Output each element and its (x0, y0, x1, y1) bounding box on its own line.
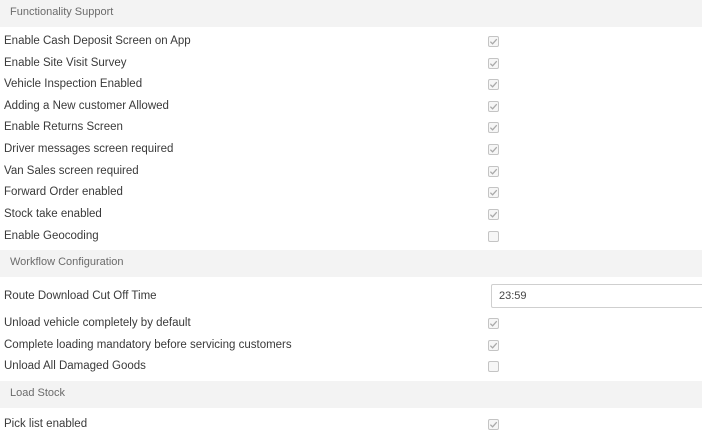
setting-label: Adding a New customer Allowed (4, 100, 169, 112)
checkmark-icon (489, 60, 498, 67)
setting-checkbox[interactable] (488, 144, 499, 155)
checkmark-icon (489, 81, 498, 88)
checkmark-icon (489, 320, 498, 327)
checkmark-icon (489, 124, 498, 131)
checkmark-icon (489, 189, 498, 196)
setting-row-vehicle-inspection: Vehicle Inspection Enabled (0, 74, 702, 95)
setting-checkbox[interactable] (488, 318, 499, 329)
setting-label: Enable Geocoding (4, 230, 99, 242)
setting-checkbox[interactable] (488, 231, 499, 242)
setting-checkbox[interactable] (488, 209, 499, 220)
setting-label: Route Download Cut Off Time (4, 290, 157, 302)
setting-checkbox[interactable] (488, 79, 499, 90)
setting-row-unload-vehicle-completely: Unload vehicle completely by default (0, 313, 702, 334)
setting-label: Van Sales screen required (4, 165, 139, 177)
setting-row-stock-take: Stock take enabled (0, 204, 702, 225)
setting-row-new-customer-allowed: Adding a New customer Allowed (0, 96, 702, 117)
checkmark-icon (489, 421, 498, 428)
setting-label: Complete loading mandatory before servic… (4, 339, 292, 351)
checkmark-icon (489, 342, 498, 349)
setting-row-driver-messages: Driver messages screen required (0, 139, 702, 160)
checkmark-icon (489, 211, 498, 218)
setting-checkbox[interactable] (488, 361, 499, 372)
setting-label: Enable Returns Screen (4, 121, 123, 133)
checkmark-icon (489, 168, 498, 175)
setting-label: Unload vehicle completely by default (4, 317, 191, 329)
setting-checkbox[interactable] (488, 122, 499, 133)
setting-checkbox[interactable] (488, 101, 499, 112)
cutoff-time-input[interactable] (491, 284, 702, 308)
setting-row-complete-loading-mandatory: Complete loading mandatory before servic… (0, 335, 702, 356)
setting-row-returns-screen: Enable Returns Screen (0, 117, 702, 138)
setting-row-site-visit-survey: Enable Site Visit Survey (0, 53, 702, 74)
setting-checkbox[interactable] (488, 340, 499, 351)
setting-label: Unload All Damaged Goods (4, 360, 146, 372)
setting-checkbox[interactable] (488, 166, 499, 177)
setting-label: Driver messages screen required (4, 143, 174, 155)
setting-label: Pick list enabled (4, 418, 88, 430)
setting-label: Stock take enabled (4, 208, 102, 220)
setting-row-cash-deposit-screen: Enable Cash Deposit Screen on App (0, 31, 702, 52)
section-header-workflow-configuration: Workflow Configuration (0, 250, 702, 277)
setting-checkbox[interactable] (488, 58, 499, 69)
section-header-load-stock: Load Stock (0, 381, 702, 408)
setting-label: Enable Cash Deposit Screen on App (4, 35, 191, 47)
setting-row-geocoding: Enable Geocoding (0, 226, 702, 247)
section-header-functionality-support: Functionality Support (0, 0, 702, 27)
setting-label: Vehicle Inspection Enabled (4, 78, 143, 90)
checkmark-icon (489, 146, 498, 153)
setting-row-pick-list: Pick list enabled (0, 414, 702, 435)
setting-checkbox[interactable] (488, 187, 499, 198)
setting-row-unload-damaged-goods: Unload All Damaged Goods (0, 356, 702, 377)
setting-row-van-sales: Van Sales screen required (0, 161, 702, 182)
setting-label: Enable Site Visit Survey (4, 57, 127, 69)
setting-checkbox[interactable] (488, 419, 499, 430)
setting-label: Forward Order enabled (4, 186, 123, 198)
checkmark-icon (489, 103, 498, 110)
setting-checkbox[interactable] (488, 36, 499, 47)
checkmark-icon (489, 38, 498, 45)
setting-row-forward-order: Forward Order enabled (0, 182, 702, 203)
